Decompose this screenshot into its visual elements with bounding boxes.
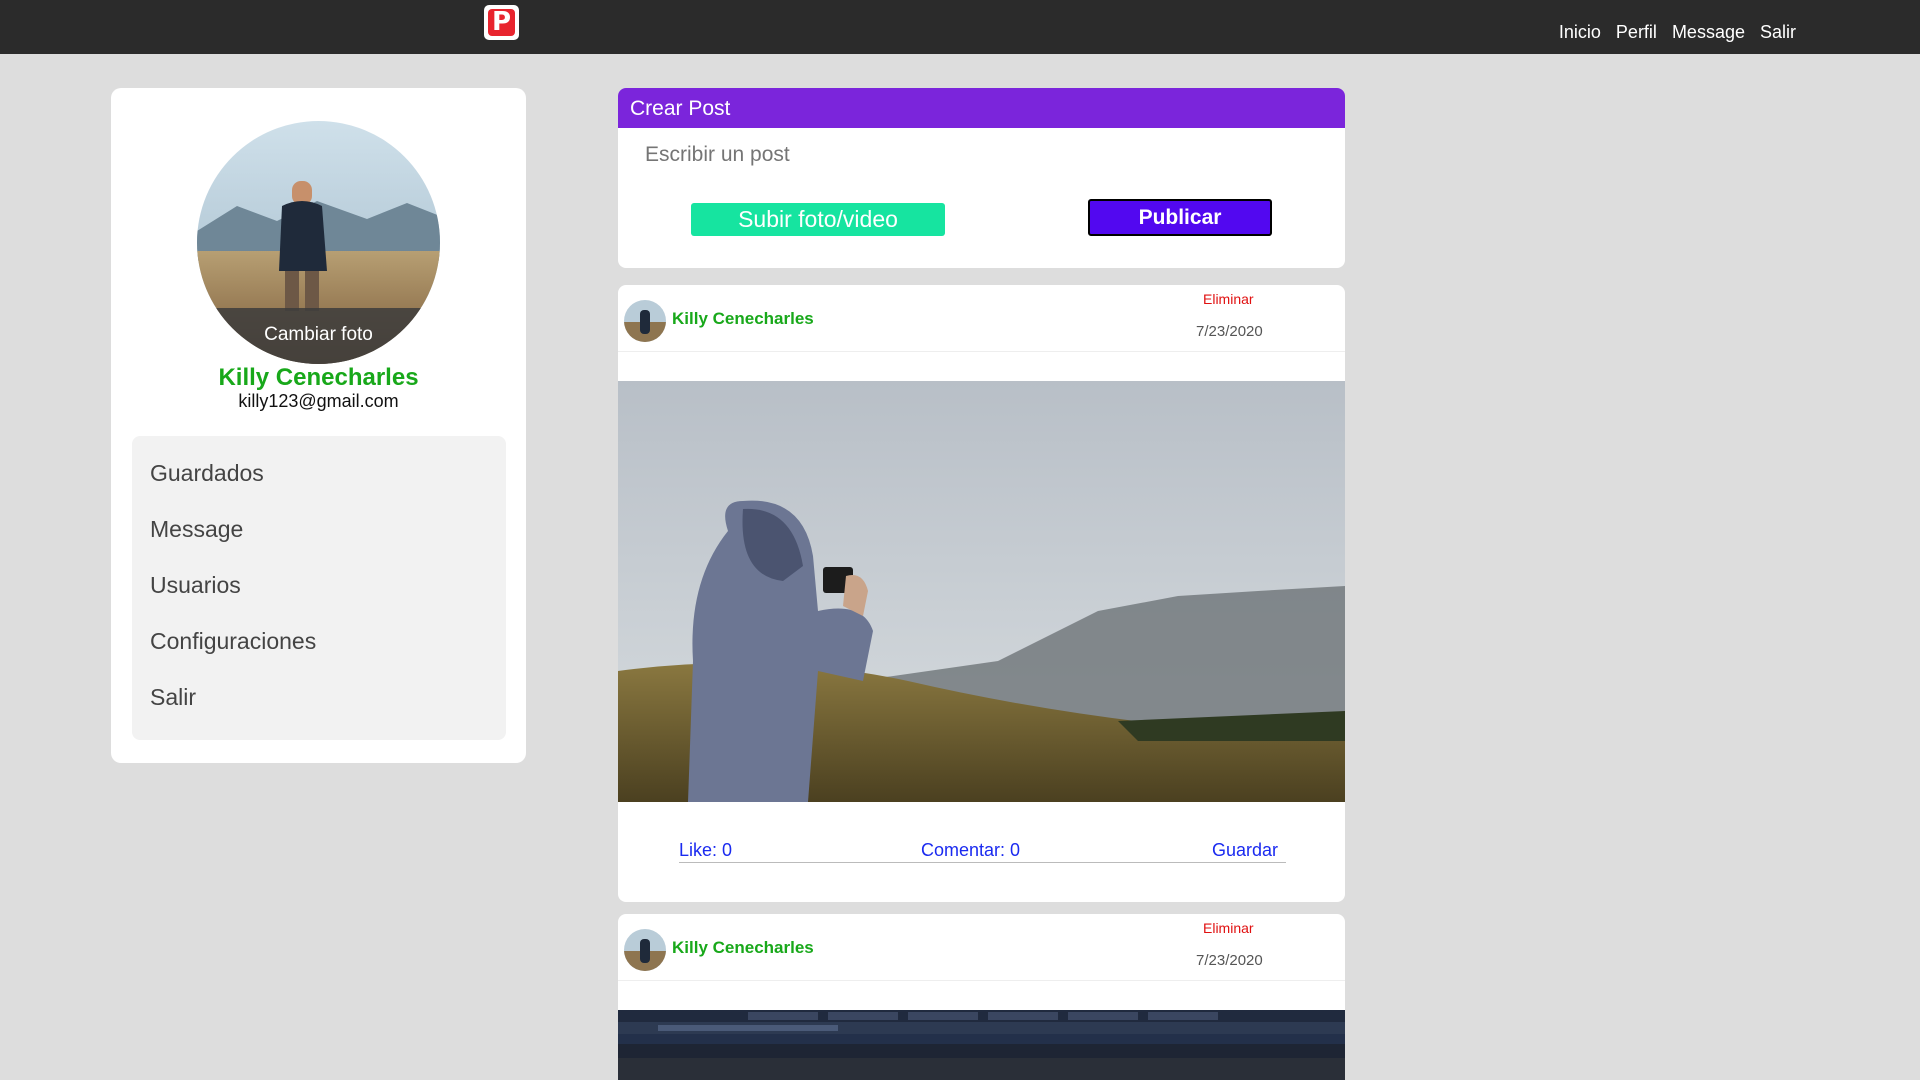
post-date: 7/23/2020 [1196,323,1263,340]
nav-salir[interactable]: Salir [1760,22,1796,43]
post-text-input[interactable] [645,143,1295,167]
upload-media-button[interactable]: Subir foto/video [691,203,945,236]
post-divider [618,351,1345,352]
sidebar-item-salir[interactable]: Salir [150,684,196,711]
actions-underline [679,862,1286,863]
sidebar-menu: Guardados Message Usuarios Configuracion… [132,436,506,740]
post-screenshot-image [618,1010,1345,1080]
nav-inicio[interactable]: Inicio [1559,22,1601,43]
author-photo-icon [624,300,666,342]
post-image [618,381,1345,802]
top-navbar: P Inicio Perfil Message Salir [0,0,1920,54]
post-author-name[interactable]: Killy Cenecharles [672,938,814,958]
post-card: Killy Cenecharles Eliminar 7/23/2020 Lik… [618,285,1345,902]
post-author-avatar[interactable] [624,300,666,342]
sidebar-item-guardados[interactable]: Guardados [150,460,264,487]
delete-post-link[interactable]: Eliminar [1203,291,1254,307]
publish-button[interactable]: Publicar [1088,199,1272,236]
like-button[interactable]: Like: 0 [679,840,732,861]
nav-links: Inicio Perfil Message Salir [1559,22,1796,43]
post-card: Killy Cenecharles Eliminar 7/23/2020 [618,914,1345,1080]
post-author-avatar[interactable] [624,929,666,971]
create-post-title: Crear Post [618,88,1345,128]
post-author-name[interactable]: Killy Cenecharles [672,309,814,329]
logo-icon: P [488,7,515,37]
profile-avatar[interactable]: Cambiar foto [197,121,440,364]
post-divider [618,980,1345,981]
profile-email: killy123@gmail.com [238,391,399,411]
sidebar-item-usuarios[interactable]: Usuarios [150,572,241,599]
post-date: 7/23/2020 [1196,952,1263,969]
profile-name: Killy Cenecharles [218,364,419,391]
nav-perfil[interactable]: Perfil [1616,22,1657,43]
profile-sidebar: Cambiar foto Killy Cenecharles killy123@… [111,88,526,763]
logo-letter: P [491,7,512,37]
delete-post-link[interactable]: Eliminar [1203,920,1254,936]
author-photo-icon [624,929,666,971]
save-post-button[interactable]: Guardar [1212,840,1278,861]
comment-button[interactable]: Comentar: 0 [921,840,1020,861]
nav-message[interactable]: Message [1672,22,1745,43]
app-logo[interactable]: P [484,5,519,40]
sidebar-item-message[interactable]: Message [150,516,243,543]
sidebar-item-configuraciones[interactable]: Configuraciones [150,628,316,655]
create-post-card: Crear Post Subir foto/video Publicar [618,88,1345,268]
change-photo-label[interactable]: Cambiar foto [197,324,440,346]
